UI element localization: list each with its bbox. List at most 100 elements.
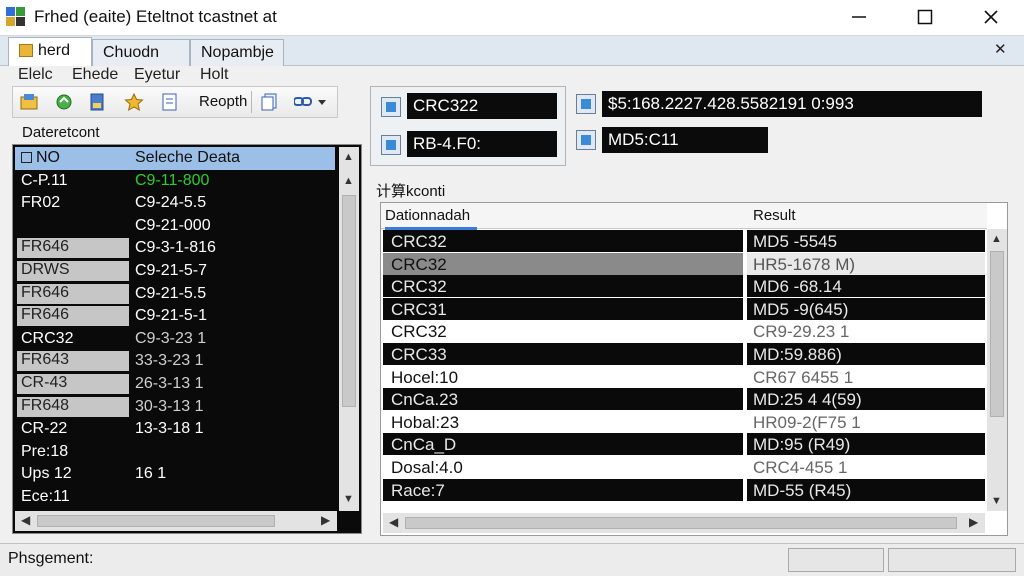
- link-dropdown-button[interactable]: [289, 90, 333, 114]
- list-item[interactable]: Pre:18: [15, 441, 335, 464]
- hash-group: CRC322 RB-4.F0:: [370, 86, 566, 166]
- scroll-up-icon[interactable]: ▲: [343, 175, 354, 187]
- list-item-name: FR646: [17, 238, 129, 259]
- list-item[interactable]: DRWS C9-21-5-7: [15, 260, 335, 283]
- list-item-name: FR646: [17, 283, 129, 304]
- list-item[interactable]: Ece:11: [15, 486, 335, 509]
- sha-field[interactable]: $5:168.2227.428.5582191 0:993: [602, 91, 982, 117]
- row-name-cell: Hobal:23: [383, 410, 743, 433]
- minimize-icon: [852, 16, 866, 18]
- rb-field[interactable]: RB-4.F0:: [407, 131, 557, 157]
- table-row[interactable]: Hobal:23 HR09-2(F75 1: [383, 410, 987, 434]
- list-item[interactable]: C9-21-000: [15, 215, 335, 238]
- table-row[interactable]: Hocel:10 CR67 6455 1: [383, 365, 987, 389]
- minimize-button[interactable]: [826, 0, 892, 34]
- results-horizontal-scrollbar[interactable]: ◀ ▶: [383, 513, 985, 533]
- col-header-no[interactable]: NO: [21, 149, 133, 167]
- open-button[interactable]: [15, 90, 45, 114]
- menu-bar: Elelc Ehede Eyetur Holt: [0, 66, 1024, 86]
- table-row[interactable]: CnCa.23 MD:25 4 4(59): [383, 388, 987, 411]
- row-result-cell: MD-55 (R45): [747, 478, 985, 501]
- status-bar: Phsgement:: [0, 543, 1024, 576]
- copy-button[interactable]: [255, 90, 285, 114]
- scroll-down-icon[interactable]: ▼: [343, 493, 354, 505]
- md5-field[interactable]: MD5:C11: [602, 127, 768, 153]
- list-item-name: CR-43: [17, 373, 129, 394]
- list-item-name: C-P.11: [21, 171, 68, 189]
- app-icon: [6, 7, 26, 27]
- report-label[interactable]: Reopth: [199, 93, 247, 110]
- list-item[interactable]: FR643 33-3-23 1: [15, 350, 335, 373]
- row-result-cell: HR09-2(F75 1: [747, 410, 985, 433]
- list-item[interactable]: FR646 C9-3-1-816: [15, 237, 335, 260]
- list-item[interactable]: CR-43 26-3-13 1: [15, 373, 335, 396]
- table-row[interactable]: CRC32 HR5-1678 M): [383, 252, 987, 276]
- table-row[interactable]: CRC32 CR9-29.23 1: [383, 320, 987, 343]
- table-row[interactable]: CRC32 MD6 -68.14: [383, 275, 987, 298]
- row-name-cell: CnCa.23: [383, 388, 743, 411]
- table-row[interactable]: Dosal:4.0 CRC4-455 1: [383, 455, 987, 479]
- scroll-left-icon[interactable]: ◀: [21, 513, 30, 527]
- list-header: NO Seleche Deata: [15, 147, 335, 170]
- list-item[interactable]: FR646 C9-21-5-1: [15, 305, 335, 328]
- tab-herd[interactable]: herd: [8, 37, 92, 67]
- left-vertical-scrollbar[interactable]: ▲ ▲ ▼: [339, 147, 359, 511]
- left-table: NO Seleche Deata C-P.11 C9-11-800 FR02 C9-2…: [15, 147, 335, 509]
- tab-close-icon[interactable]: ✕: [994, 40, 1007, 58]
- table-row[interactable]: CnCa_D MD:95 (R49): [383, 433, 987, 456]
- list-item[interactable]: CR-22 13-3-18 1: [15, 418, 335, 441]
- maximize-button[interactable]: [892, 0, 958, 34]
- scroll-thumb[interactable]: [342, 195, 356, 407]
- report-button[interactable]: [155, 90, 185, 114]
- selected-data-list[interactable]: NO Seleche Deata C-P.11 C9-11-800 FR02 C9-2…: [12, 144, 362, 534]
- list-item-name: FR648: [17, 396, 129, 417]
- results-table[interactable]: Dationnadah Result CRC32 MD5 -5545 CRC32 HR…: [380, 202, 1008, 536]
- list-item-value: C9-3-23 1: [135, 329, 207, 347]
- left-panel-label: Dateretcont: [22, 124, 100, 141]
- table-row[interactable]: Race:7 MD-55 (R45): [383, 478, 987, 502]
- col-header-selected-data[interactable]: Seleche Deata: [135, 149, 315, 167]
- results-vertical-scrollbar[interactable]: ▲ ▼: [987, 229, 1007, 511]
- scroll-left-icon[interactable]: ◀: [389, 515, 398, 529]
- refresh-button[interactable]: [49, 90, 79, 114]
- menu-item-help[interactable]: Holt: [200, 66, 228, 84]
- results-rows: CRC32 MD5 -5545 CRC32 HR5-1678 M) CRC32 MD6 -…: [383, 230, 987, 501]
- close-button[interactable]: [958, 0, 1024, 34]
- table-row[interactable]: CRC32 MD5 -5545: [383, 230, 987, 253]
- menu-item-file[interactable]: Elelc: [18, 66, 53, 84]
- scroll-thumb[interactable]: [405, 517, 957, 529]
- list-item-value: 13-3-18 1: [135, 420, 204, 438]
- menu-item-view[interactable]: Eyetur: [134, 66, 180, 84]
- left-horizontal-scrollbar[interactable]: ◀ ▶: [15, 511, 337, 531]
- list-item[interactable]: C-P.11 C9-11-800: [15, 170, 335, 193]
- scroll-down-icon[interactable]: ▼: [991, 495, 1002, 507]
- scroll-thumb[interactable]: [990, 251, 1004, 417]
- list-item[interactable]: Ups 12 16 1: [15, 463, 335, 486]
- scroll-right-icon[interactable]: ▶: [969, 515, 978, 529]
- col-header-dationnadah[interactable]: Dationnadah: [385, 207, 470, 224]
- scroll-up-icon[interactable]: ▲: [343, 151, 354, 163]
- list-item[interactable]: CRC32 C9-3-23 1: [15, 328, 335, 351]
- scroll-up-icon[interactable]: ▲: [991, 233, 1002, 245]
- tab-nopambje[interactable]: Nopambje: [190, 39, 284, 66]
- save-button[interactable]: [83, 90, 113, 114]
- list-item[interactable]: FR646 C9-21-5.5: [15, 283, 335, 306]
- refresh-icon: [56, 94, 72, 110]
- crc-field[interactable]: CRC322: [407, 93, 557, 119]
- row-result-cell: CR9-29.23 1: [747, 320, 985, 343]
- favorite-button[interactable]: [119, 90, 149, 114]
- tab-chuodn[interactable]: Chuodn: [92, 39, 190, 66]
- list-item[interactable]: FR02 C9-24-5.5: [15, 192, 335, 215]
- menu-item-edit[interactable]: Ehede: [72, 66, 118, 84]
- row-name-cell: CRC32: [383, 320, 743, 343]
- row-name-cell: Hocel:10: [383, 365, 743, 388]
- status-cell: [888, 548, 1016, 572]
- scroll-right-icon[interactable]: ▶: [321, 513, 330, 527]
- col-header-result[interactable]: Result: [753, 207, 796, 224]
- list-item[interactable]: FR648 30-3-13 1: [15, 396, 335, 419]
- open-icon: [20, 94, 38, 110]
- list-item-name: CR-22: [21, 420, 68, 438]
- table-row[interactable]: CRC33 MD:59.886): [383, 342, 987, 366]
- scroll-thumb[interactable]: [37, 515, 275, 527]
- table-row[interactable]: CRC31 MD5 -9(645): [383, 297, 987, 321]
